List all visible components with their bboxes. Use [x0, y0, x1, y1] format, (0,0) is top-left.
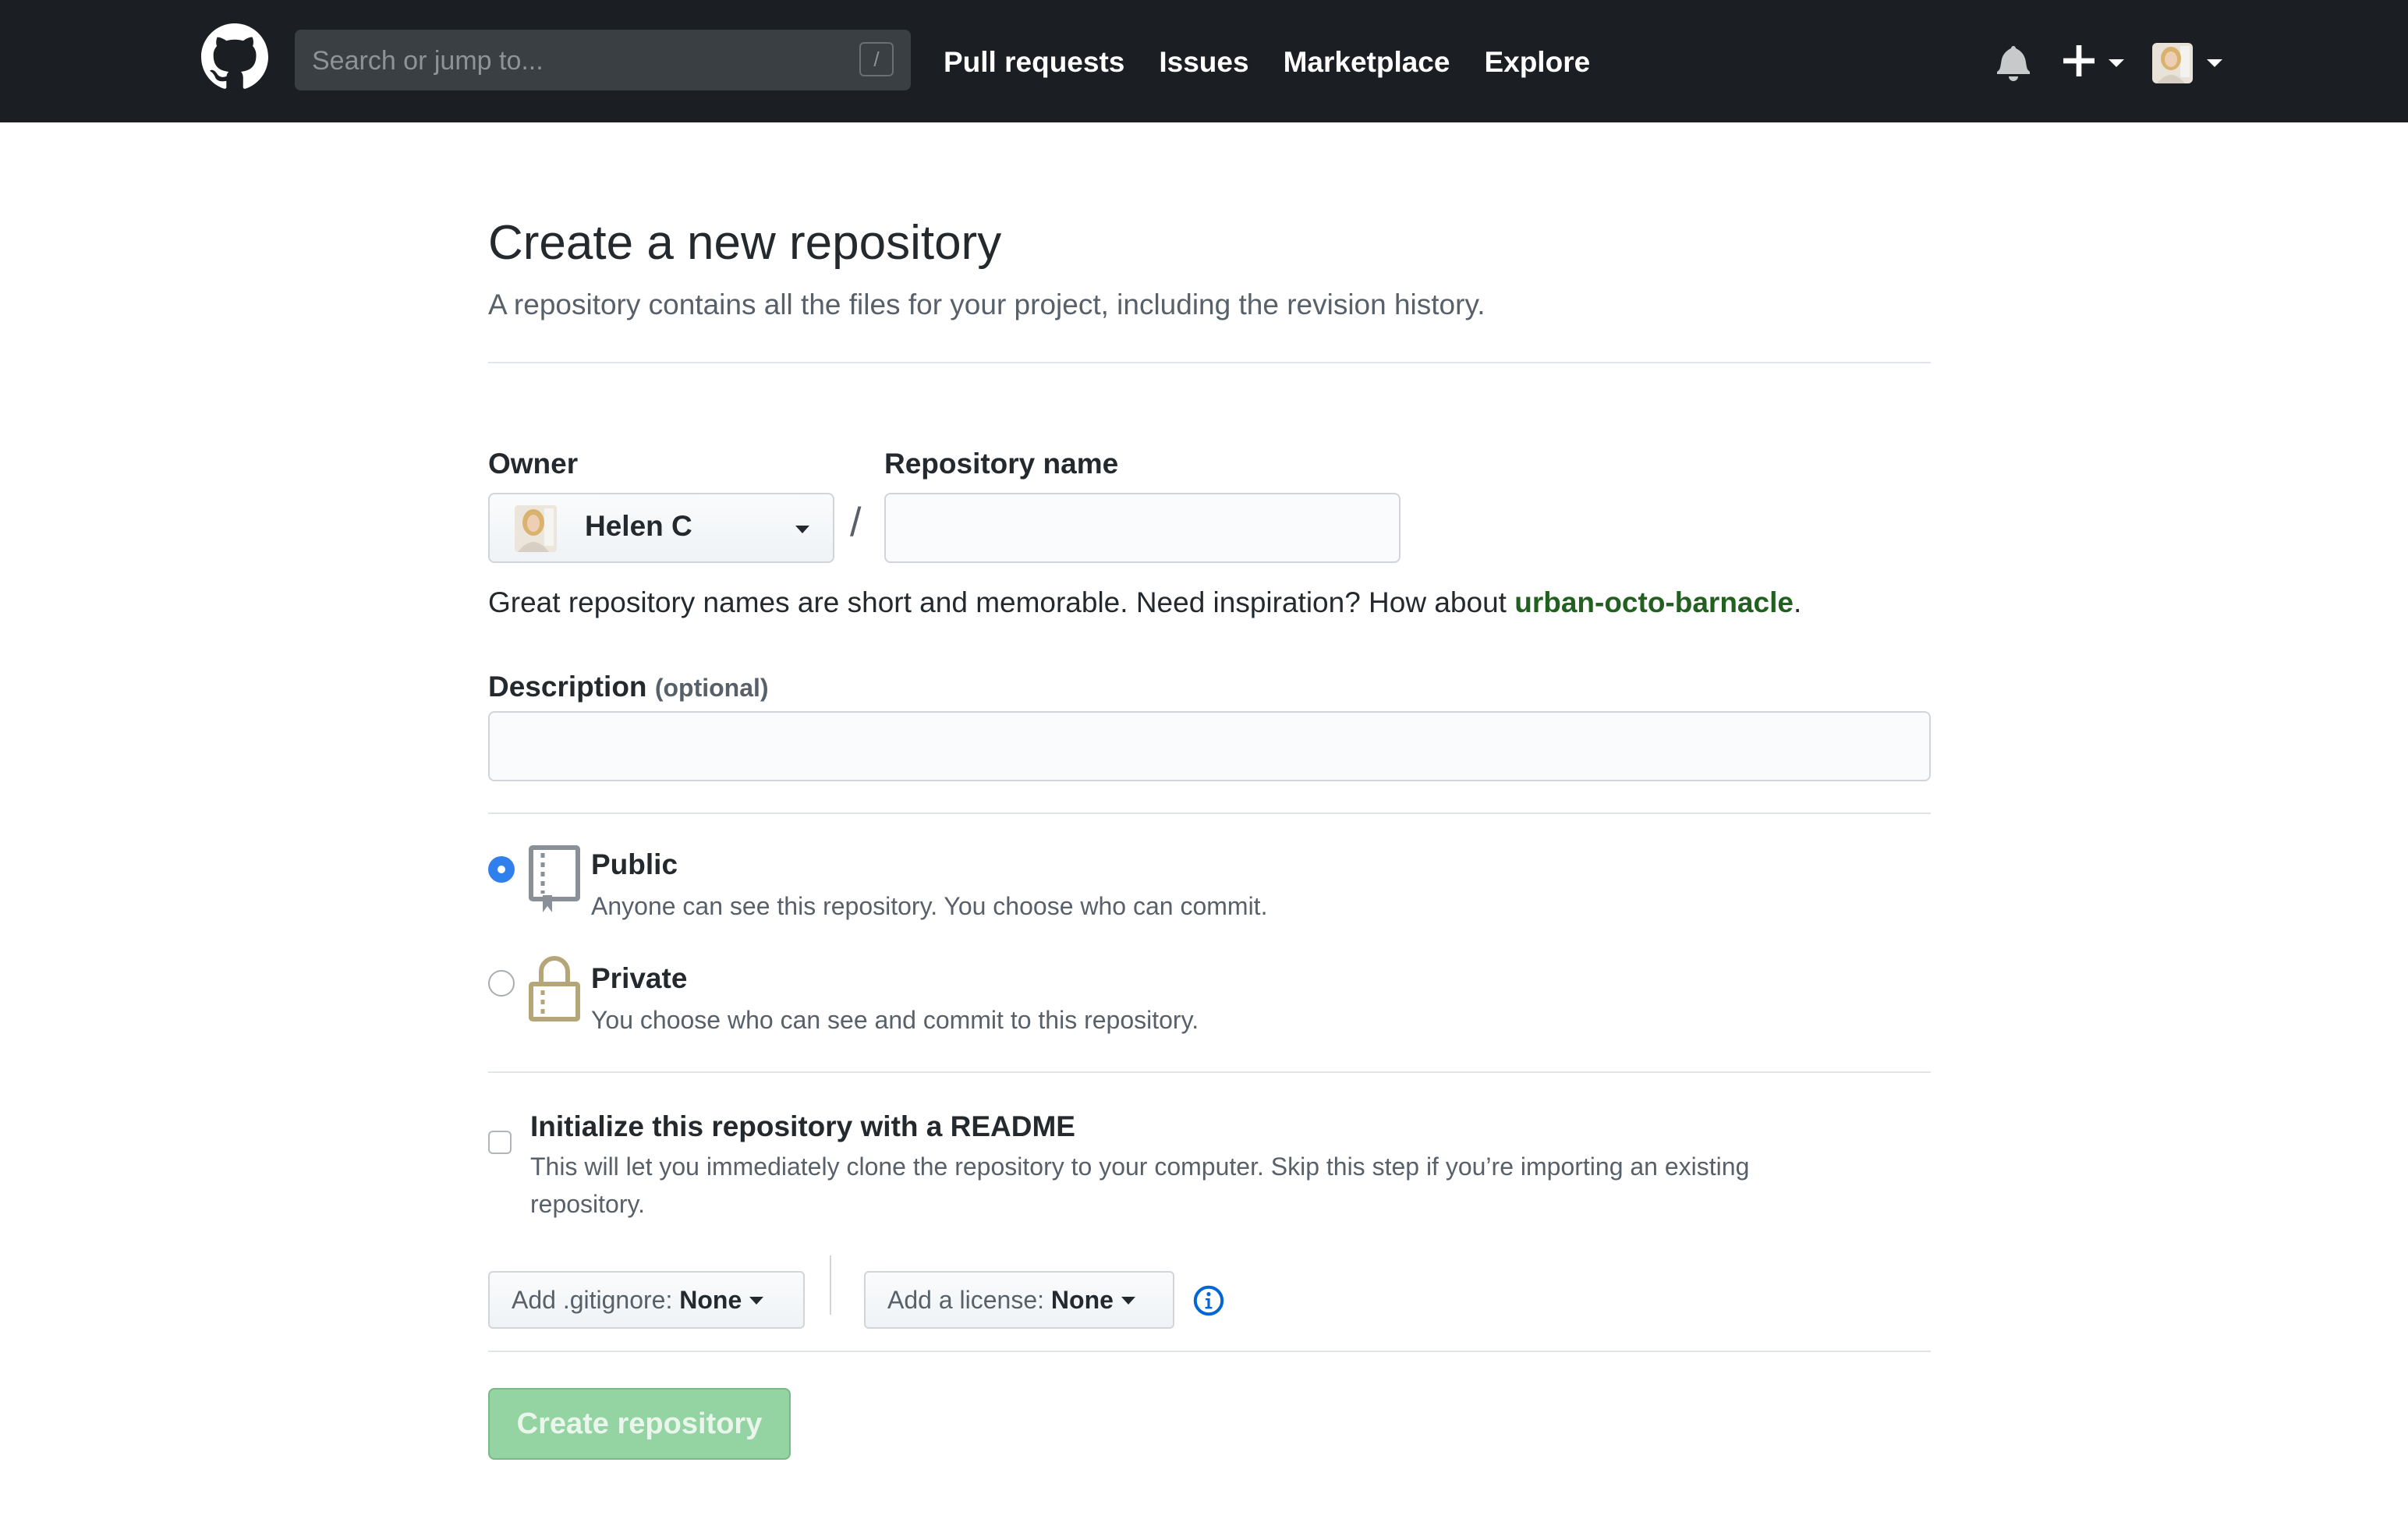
nav-explore[interactable]: Explore	[1484, 39, 1590, 86]
owner-avatar	[515, 505, 557, 552]
readme-label[interactable]: Initialize this repository with a README	[530, 1110, 1075, 1143]
top-header: / Pull requests Issues Marketplace Explo…	[0, 0, 2408, 122]
user-menu-caret-icon[interactable]	[2207, 59, 2222, 67]
repo-name-label: Repository name	[884, 448, 1119, 480]
user-avatar[interactable]	[2152, 43, 2193, 83]
global-nav: Pull requests Issues Marketplace Explore	[944, 39, 1590, 86]
suggested-name-link[interactable]: urban-octo-barnacle	[1514, 586, 1794, 618]
license-select[interactable]: Add a license: None	[864, 1271, 1174, 1329]
readme-description-line2: repository.	[530, 1190, 646, 1218]
bell-icon[interactable]	[1996, 44, 2031, 81]
info-icon[interactable]	[1193, 1285, 1224, 1316]
chevron-down-icon	[1121, 1296, 1135, 1305]
visibility-public-radio[interactable]	[488, 856, 515, 883]
search-box[interactable]: /	[295, 30, 911, 92]
repo-name-input[interactable]	[884, 493, 1401, 563]
lock-icon	[529, 956, 580, 1021]
chevron-down-icon	[749, 1296, 764, 1305]
search-input[interactable]	[310, 30, 844, 92]
owner-label: Owner	[488, 448, 579, 480]
visibility-private-radio[interactable]	[488, 970, 515, 997]
nav-pull-requests[interactable]: Pull requests	[944, 39, 1124, 86]
chevron-down-icon	[795, 526, 809, 533]
divider	[488, 1351, 1931, 1352]
readme-checkbox[interactable]	[488, 1131, 512, 1154]
owner-select[interactable]: Helen C	[488, 493, 834, 563]
repo-book-icon	[529, 845, 580, 912]
gitignore-select[interactable]: Add .gitignore: None	[488, 1271, 805, 1329]
plus-icon[interactable]	[2063, 45, 2095, 76]
readme-description-line1: This will let you immediately clone the …	[530, 1152, 1750, 1181]
create-repository-button[interactable]: Create repository	[488, 1388, 791, 1460]
repo-name-hint: Great repository names are short and mem…	[488, 586, 1802, 618]
divider	[488, 1071, 1931, 1073]
divider	[488, 813, 1931, 814]
owner-name: Helen C	[585, 510, 692, 542]
private-title: Private	[591, 962, 688, 994]
description-label: Description (optional)	[488, 671, 769, 703]
optional-tag: (optional)	[654, 674, 769, 702]
description-input[interactable]	[488, 711, 1931, 781]
create-menu-caret-icon[interactable]	[2109, 59, 2124, 67]
page-title: Create a new repository	[488, 216, 1002, 270]
search-shortcut-key: /	[859, 42, 894, 76]
page-subtitle: A repository contains all the files for …	[488, 289, 1486, 320]
public-title: Public	[591, 848, 678, 880]
divider-vertical	[830, 1255, 831, 1315]
nav-marketplace[interactable]: Marketplace	[1284, 39, 1450, 86]
private-description: You choose who can see and commit to thi…	[591, 1006, 1199, 1034]
nav-issues[interactable]: Issues	[1159, 39, 1248, 86]
github-logo-icon[interactable]	[201, 23, 268, 90]
divider	[488, 362, 1931, 363]
public-description: Anyone can see this repository. You choo…	[591, 892, 1268, 920]
owner-repo-separator: /	[850, 500, 862, 545]
